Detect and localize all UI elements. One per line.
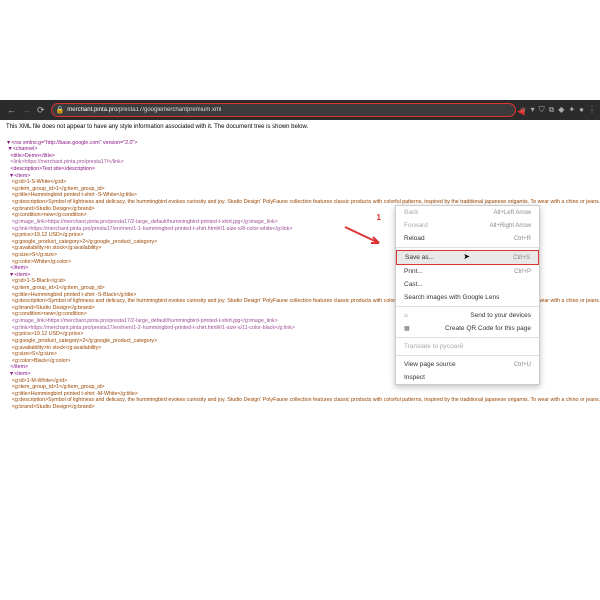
- forward-icon[interactable]: →: [19, 105, 34, 115]
- lock-icon: 🔒: [56, 106, 65, 114]
- extension-icons[interactable]: ☆▾⛉⧉◆✦●⋮: [519, 105, 596, 115]
- context-menu: BackAlt+Left Arrow ForwardAlt+Right Arro…: [395, 205, 540, 385]
- menu-lens[interactable]: Search images with Google Lens: [396, 291, 539, 304]
- menu-separator: [396, 337, 539, 338]
- url-text: merchant.pinta.pro/presta17/googlemercha…: [67, 107, 221, 113]
- menu-back[interactable]: BackAlt+Left Arrow: [396, 206, 539, 219]
- cursor-icon: ➤: [463, 252, 470, 261]
- menu-inspect[interactable]: Inspect: [396, 371, 539, 384]
- star-icon: ☆: [519, 105, 526, 115]
- menu-separator: [396, 247, 539, 248]
- reload-icon[interactable]: ⟳: [34, 105, 48, 116]
- avatar-icon: ●: [579, 105, 584, 115]
- menu-icon: ⋮: [588, 105, 596, 115]
- back-icon[interactable]: ←: [4, 105, 19, 115]
- annotation-step-1: 1: [377, 213, 381, 222]
- menu-reload[interactable]: ReloadCtrl+R: [396, 232, 539, 245]
- url-bar[interactable]: 🔒 merchant.pinta.pro/presta17/googlemerc…: [51, 103, 517, 117]
- browser-toolbar: ← → ⟳ 🔒 merchant.pinta.pro/presta17/goog…: [0, 100, 600, 120]
- menu-qr[interactable]: ▦Create QR Code for this page: [396, 322, 539, 335]
- menu-print[interactable]: Print...Ctrl+P: [396, 265, 539, 278]
- menu-forward[interactable]: ForwardAlt+Right Arrow: [396, 219, 539, 232]
- qr-icon: ▦: [404, 325, 414, 332]
- devices-icon: ⌂: [404, 313, 414, 319]
- menu-translate[interactable]: Translate to русский: [396, 340, 539, 353]
- xml-notice: This XML file does not appear to have an…: [6, 124, 596, 130]
- shield-icon: ⛉: [539, 105, 545, 115]
- menu-cast[interactable]: Cast...: [396, 278, 539, 291]
- menu-send-devices[interactable]: ⌂Send to your devices: [396, 309, 539, 322]
- menu-separator: [396, 306, 539, 307]
- menu-view-source[interactable]: View page sourceCtrl+U: [396, 358, 539, 371]
- menu-separator: [396, 355, 539, 356]
